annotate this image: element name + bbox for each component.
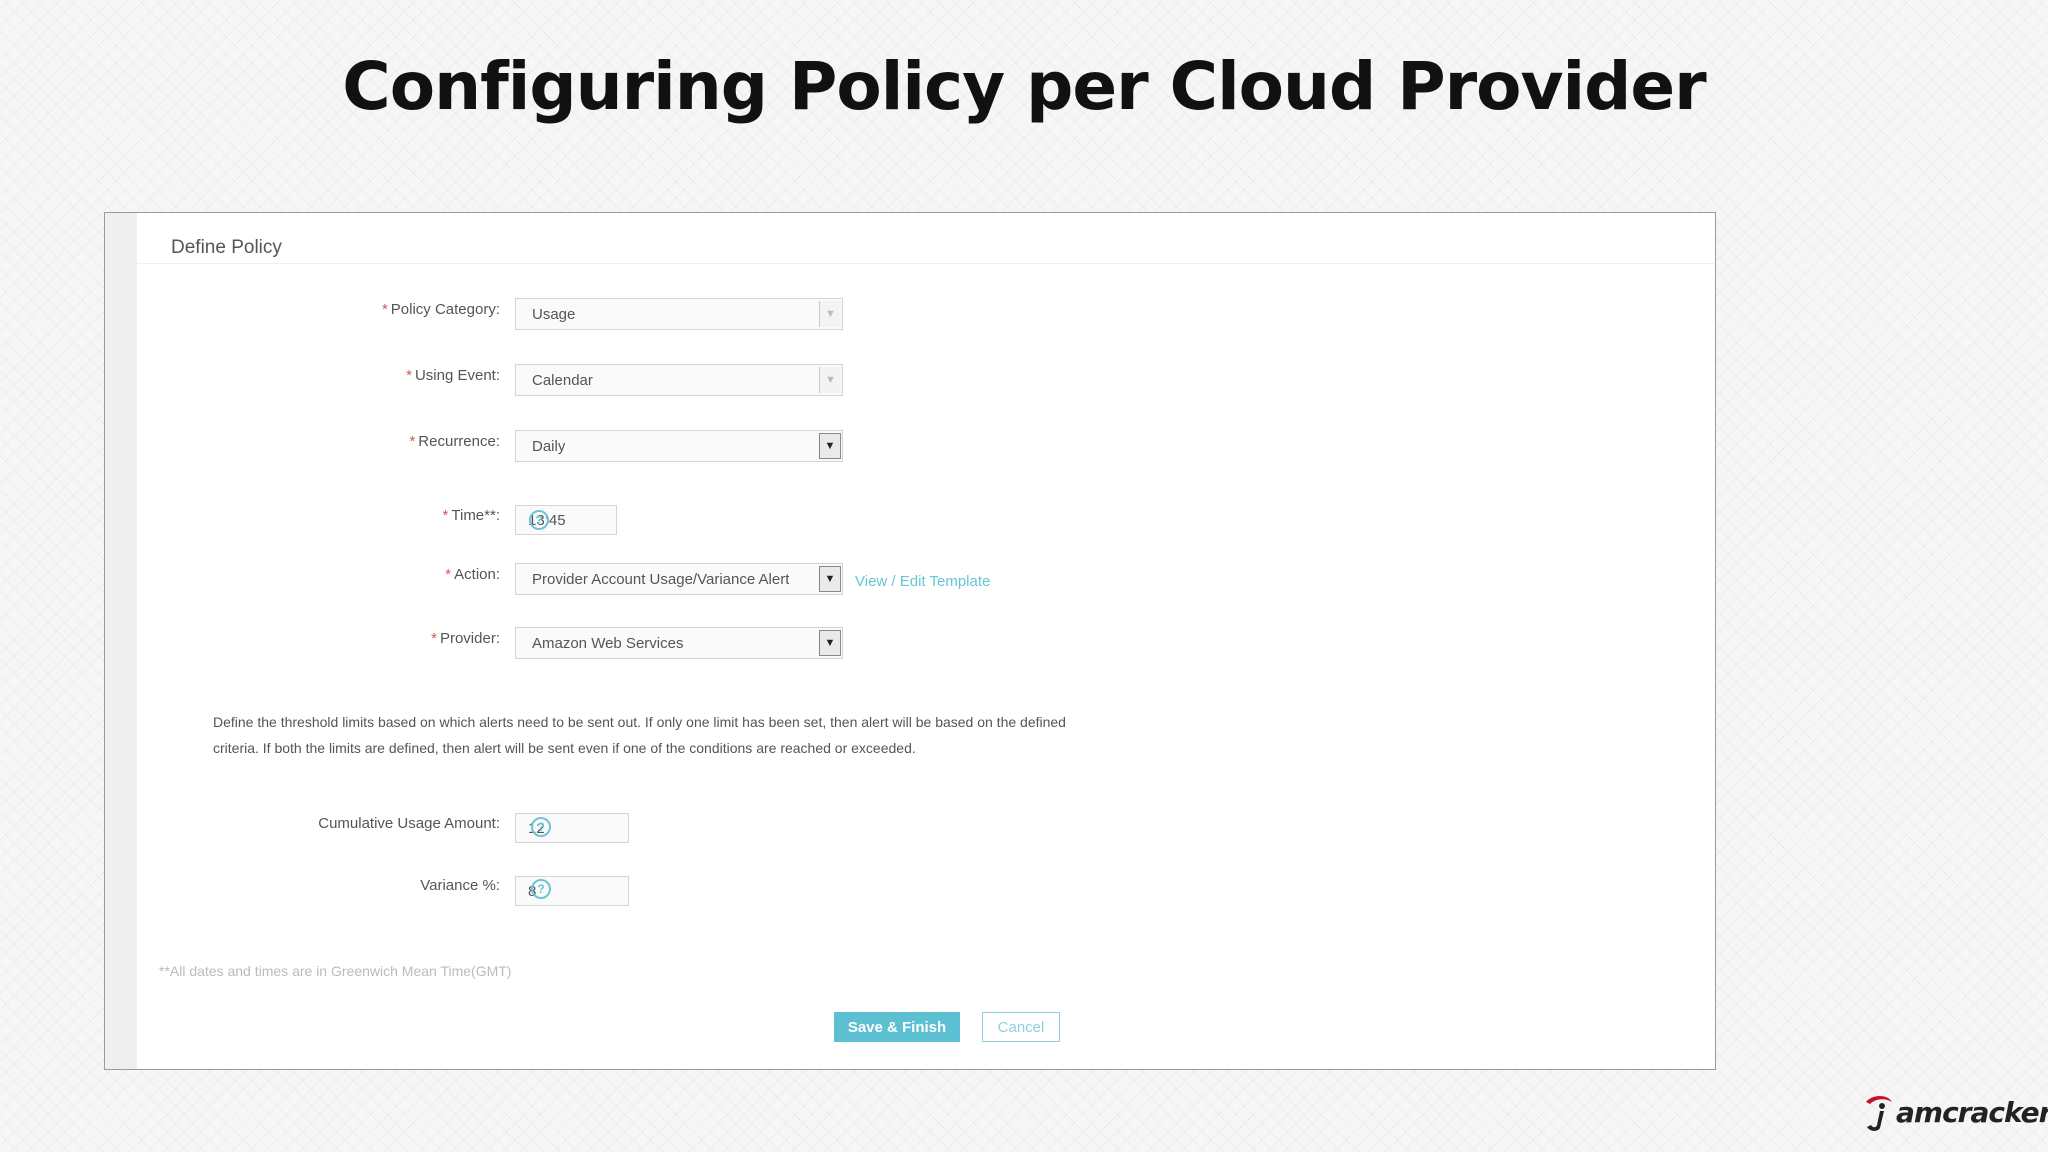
cancel-button[interactable]: Cancel — [982, 1012, 1060, 1042]
chevron-down-icon[interactable]: ▼ — [819, 367, 841, 393]
chevron-down-icon[interactable]: ▼ — [819, 566, 841, 592]
chevron-down-icon[interactable]: ▼ — [819, 433, 841, 459]
view-edit-template-link[interactable]: View / Edit Template — [855, 573, 990, 590]
variance-label: Variance %: — [420, 877, 500, 894]
provider-select[interactable]: Amazon Web Services ▼ — [515, 627, 843, 659]
help-icon[interactable]: ? — [531, 879, 551, 899]
save-finish-button[interactable]: Save & Finish — [834, 1012, 960, 1042]
required-marker: * — [445, 566, 452, 583]
recurrence-select[interactable]: Daily ▼ — [515, 430, 843, 462]
provider-value: Amazon Web Services — [532, 635, 684, 652]
action-select[interactable]: Provider Account Usage/Variance Alert ▼ — [515, 563, 843, 595]
help-icon[interactable]: ? — [531, 817, 551, 837]
jamcracker-logo-icon — [1866, 1096, 1892, 1131]
required-marker: * — [431, 630, 437, 647]
using-event-value: Calendar — [532, 372, 593, 389]
action-value: Provider Account Usage/Variance Alert — [532, 571, 790, 588]
using-event-select[interactable]: Calendar ▼ — [515, 364, 843, 396]
panel-side-strip — [105, 213, 137, 1069]
panel-header — [137, 213, 1715, 264]
policy-category-value: Usage — [532, 306, 576, 323]
required-marker: * — [381, 301, 388, 318]
chevron-down-icon[interactable]: ▼ — [819, 301, 841, 327]
jamcracker-logo: amcracker — [1862, 1090, 2048, 1134]
required-marker: * — [442, 507, 449, 524]
brand-text: amcracker — [1896, 1095, 2048, 1129]
policy-category-label: * Policy Category: — [381, 301, 500, 318]
policy-category-select[interactable]: Usage ▼ — [515, 298, 843, 330]
required-marker: * — [409, 433, 416, 450]
action-label: * Action: — [445, 566, 500, 583]
provider-label: * Provider: — [431, 630, 500, 647]
slide-title: Configuring Policy per Cloud Provider — [342, 48, 1706, 125]
required-marker: * — [406, 367, 412, 384]
gmt-footnote: **All dates and times are in Greenwich M… — [159, 963, 512, 979]
cumulative-usage-label: Cumulative Usage Amount: — [318, 815, 500, 832]
chevron-down-icon[interactable]: ▼ — [819, 630, 841, 656]
recurrence-value: Daily — [532, 438, 566, 455]
threshold-description: Define the threshold limits based on whi… — [213, 714, 1066, 756]
using-event-label: * Using Event: — [406, 367, 500, 384]
recurrence-label: * Recurrence: — [409, 433, 500, 450]
define-policy-panel: Define Policy * Policy Category: Usage ▼ … — [104, 212, 1716, 1070]
help-icon[interactable]: ? — [529, 510, 549, 530]
time-label: * Time**: — [442, 507, 500, 524]
panel-title: Define Policy — [171, 237, 282, 258]
